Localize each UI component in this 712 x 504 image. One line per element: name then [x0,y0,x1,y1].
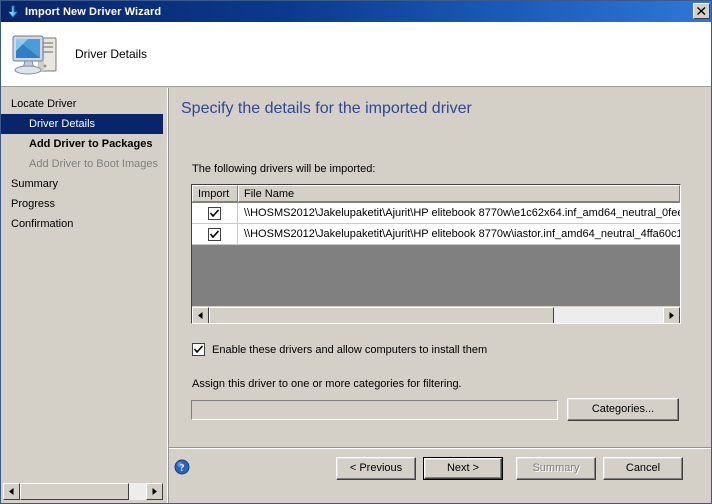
driver-list-horizontal-scrollbar[interactable] [192,306,680,323]
scroll-right-arrow-icon[interactable] [663,307,680,323]
enable-drivers-checkbox[interactable] [192,343,205,356]
row-file-name: \\HOSMS2012\Jakelupaketit\Ajurit\HP elit… [244,228,680,240]
wizard-window: Import New Driver Wizard Driver Details … [0,0,712,504]
column-header-import[interactable]: Import [192,185,238,202]
assign-categories-label: Assign this driver to one or more catego… [192,378,462,390]
driver-list-header: Import File Name [192,185,680,203]
dialog-body: Locate Driver Driver Details Add Driver … [1,88,711,503]
driver-list-scroll-thumb[interactable] [209,307,554,323]
driver-list[interactable]: Import File Name \\HOSMS2012\Jakelupaket… [191,184,681,324]
scroll-right-arrow-icon[interactable] [146,483,163,500]
sidebar-item-locate-driver[interactable]: Locate Driver [1,94,166,114]
summary-button: Summary [516,457,596,480]
help-question-icon[interactable]: ? [174,459,190,475]
main-panel: Specify the details for the imported dri… [169,88,711,503]
page-title: Specify the details for the imported dri… [181,100,472,117]
scroll-left-arrow-icon[interactable] [192,307,209,323]
sidebar-item-summary[interactable]: Summary [1,174,166,194]
wizard-banner: Driver Details [1,22,711,87]
wizard-steps-sidebar: Locate Driver Driver Details Add Driver … [1,88,168,503]
banner-title: Driver Details [75,47,148,61]
driver-list-label: The following drivers will be imported: [192,163,376,175]
sidebar-item-add-driver-to-packages[interactable]: Add Driver to Packages [1,134,166,154]
enable-drivers-label: Enable these drivers and allow computers… [212,343,488,356]
sidebar-horizontal-scrollbar[interactable] [3,483,163,500]
previous-button[interactable]: < Previous [336,457,416,480]
categories-button[interactable]: Categories... [567,398,679,421]
row-import-checkbox-cell[interactable] [192,203,238,223]
sidebar-item-driver-details[interactable]: Driver Details [1,114,163,134]
close-button[interactable] [693,3,710,19]
sidebar-item-add-driver-to-boot-images[interactable]: Add Driver to Boot Images [1,154,166,174]
sidebar-item-confirmation[interactable]: Confirmation [1,214,166,234]
row-import-checkbox[interactable] [208,206,221,220]
column-header-file-name[interactable]: File Name [238,185,680,202]
table-row[interactable]: \\HOSMS2012\Jakelupaketit\Ajurit\HP elit… [192,224,680,245]
next-button-label: Next > [424,458,502,479]
row-import-checkbox[interactable] [208,227,221,241]
row-import-checkbox-cell[interactable] [192,224,238,244]
computer-icon [9,28,65,80]
window-title: Import New Driver Wizard [25,5,162,18]
sidebar-scroll-thumb[interactable] [20,483,129,500]
sidebar-scroll-track[interactable] [20,483,146,500]
svg-text:?: ? [180,463,185,474]
scroll-left-arrow-icon[interactable] [3,483,20,500]
sidebar-item-progress[interactable]: Progress [1,194,166,214]
row-file-name: \\HOSMS2012\Jakelupaketit\Ajurit\HP elit… [244,207,680,219]
dialog-footer: ? < Previous Next > Summary Cancel [169,449,711,503]
categories-input[interactable] [191,400,558,420]
next-button[interactable]: Next > [423,457,503,480]
enable-drivers-row[interactable]: Enable these drivers and allow computers… [192,343,487,356]
driver-list-scroll-track[interactable] [209,307,663,323]
steps-list: Locate Driver Driver Details Add Driver … [1,94,166,234]
title-bar: Import New Driver Wizard [1,1,711,22]
table-row[interactable]: \\HOSMS2012\Jakelupaketit\Ajurit\HP elit… [192,203,680,224]
cancel-button[interactable]: Cancel [603,457,683,480]
import-arrow-icon [5,4,21,20]
